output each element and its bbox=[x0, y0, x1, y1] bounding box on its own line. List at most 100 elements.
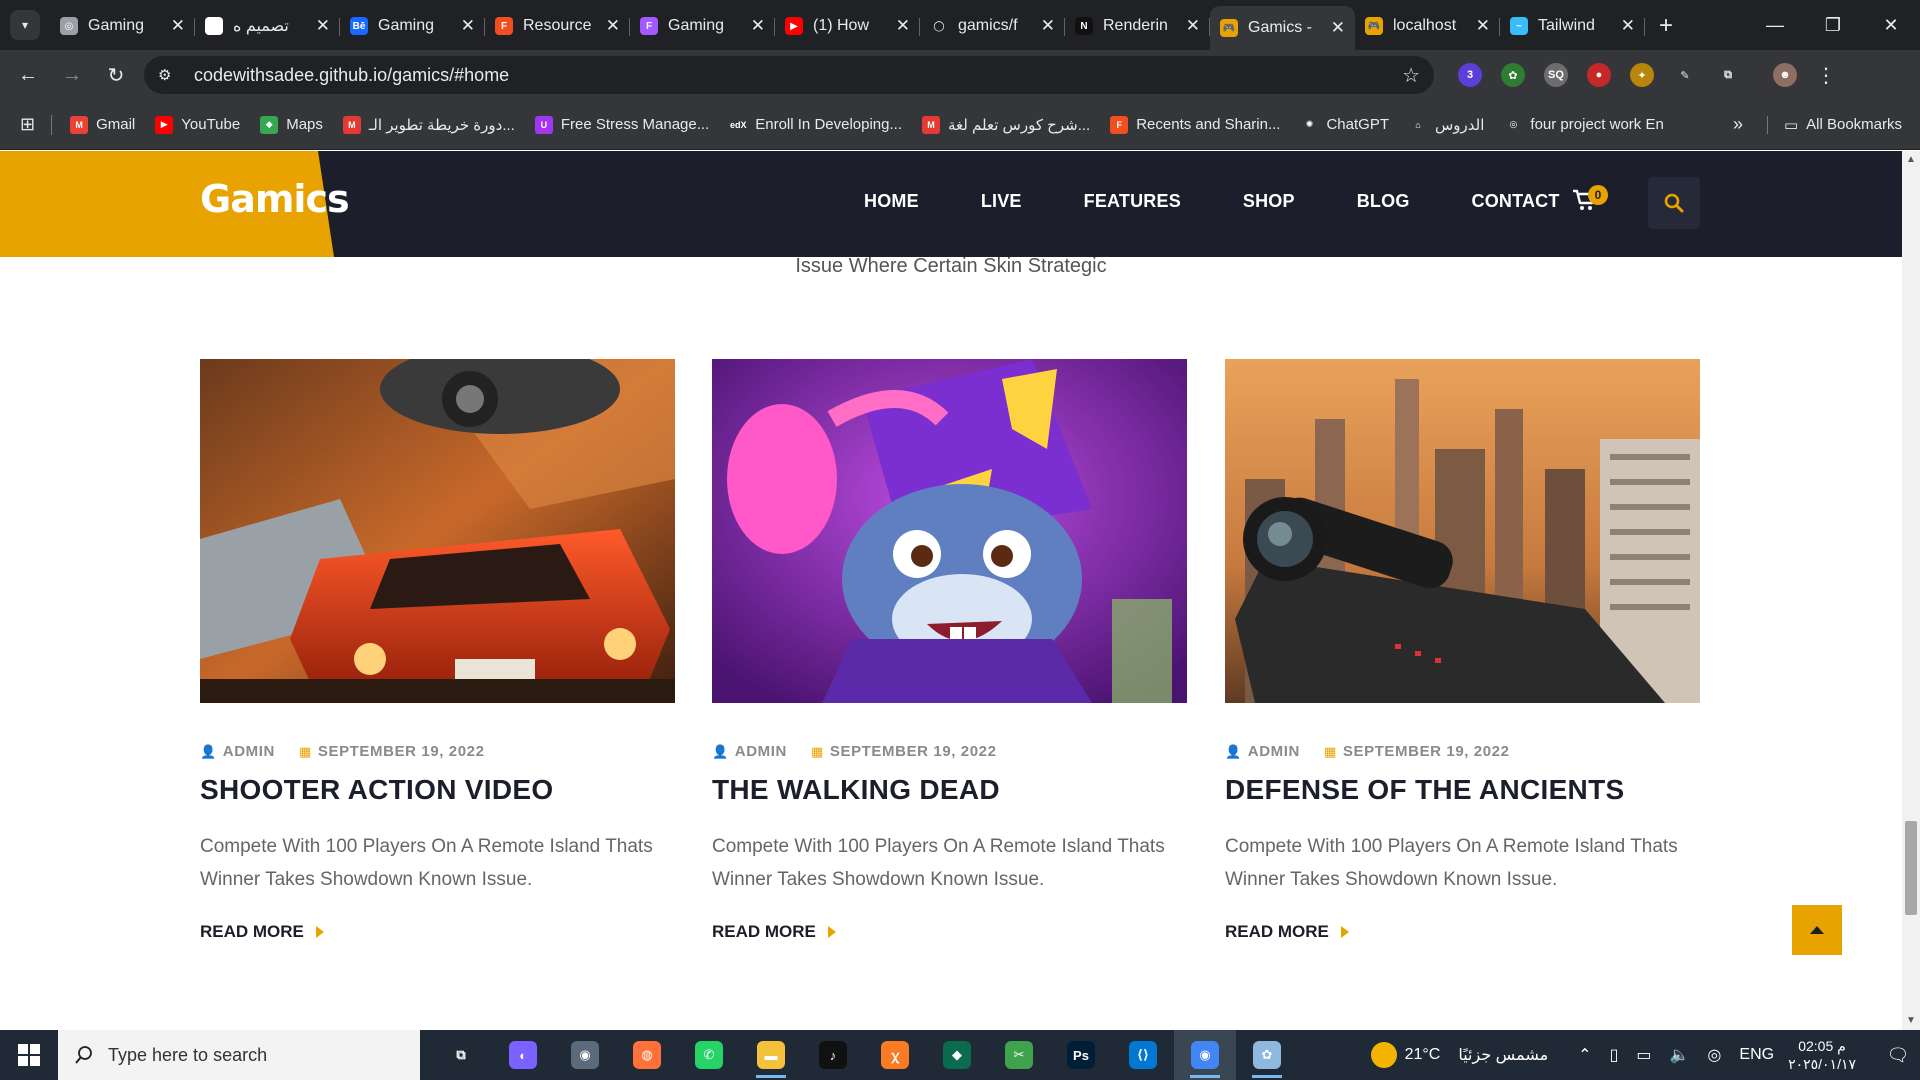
close-window-icon[interactable]: ✕ bbox=[1862, 0, 1920, 50]
apps-grid-icon[interactable]: ⊞ bbox=[20, 114, 35, 135]
browser-tab[interactable]: 🎮 localhost ✕ bbox=[1355, 6, 1500, 46]
close-icon[interactable]: ✕ bbox=[316, 16, 330, 36]
bookmark-item[interactable]: ▶ YouTube bbox=[155, 115, 240, 134]
volume-icon[interactable]: 🔈 bbox=[1670, 1045, 1690, 1065]
browser-tab[interactable]: F Gaming ✕ bbox=[630, 6, 775, 46]
battery-icon[interactable]: ▭ bbox=[1636, 1045, 1651, 1065]
chevron-up-icon[interactable]: ⌃ bbox=[1578, 1045, 1591, 1065]
taskbar-app[interactable]: ♪ bbox=[802, 1030, 864, 1080]
bookmark-item[interactable]: M Gmail bbox=[70, 115, 135, 134]
browser-tab[interactable]: ✺ تصميم ه ✕ bbox=[195, 6, 340, 46]
nav-contact[interactable]: CONTACT bbox=[1472, 191, 1560, 212]
nav-home[interactable]: HOME bbox=[864, 191, 919, 212]
post-title[interactable]: DEFENSE OF THE ANCIENTS bbox=[1225, 774, 1700, 806]
browser-tab[interactable]: ◯ gamics/f ✕ bbox=[920, 6, 1065, 46]
scroll-thumb[interactable] bbox=[1905, 821, 1917, 915]
close-icon[interactable]: ✕ bbox=[606, 16, 620, 36]
extension-icon[interactable]: ✦ bbox=[1630, 63, 1654, 87]
taskbar-app[interactable]: ◆ bbox=[926, 1030, 988, 1080]
weather-widget[interactable]: 21°C مشمس جزئيًا bbox=[1370, 1042, 1548, 1068]
back-to-top-button[interactable] bbox=[1792, 905, 1842, 955]
close-icon[interactable]: ✕ bbox=[1331, 18, 1345, 38]
url-text[interactable]: codewithsadee.github.io/gamics/#home bbox=[194, 65, 1402, 86]
taskbar-app[interactable]: ✆ bbox=[678, 1030, 740, 1080]
extension-icon[interactable]: ● bbox=[1587, 63, 1611, 87]
nav-shop[interactable]: SHOP bbox=[1243, 191, 1295, 212]
taskbar-app[interactable]: Ps bbox=[1050, 1030, 1112, 1080]
eyedropper-icon[interactable]: ✎ bbox=[1673, 63, 1697, 87]
close-icon[interactable]: ✕ bbox=[751, 16, 765, 36]
browser-tab[interactable]: Bē Gaming ✕ bbox=[340, 6, 485, 46]
scroll-up-arrow[interactable]: ▲ bbox=[1902, 151, 1920, 169]
extension-icon[interactable]: ✿ bbox=[1501, 63, 1525, 87]
search-button[interactable] bbox=[1648, 177, 1700, 229]
extension-icon[interactable]: SQ bbox=[1544, 63, 1568, 87]
close-icon[interactable]: ✕ bbox=[896, 16, 910, 36]
wizard-mouse-image[interactable] bbox=[712, 359, 1187, 703]
close-icon[interactable]: ✕ bbox=[1476, 16, 1490, 36]
close-icon[interactable]: ✕ bbox=[1041, 16, 1055, 36]
taskbar-app[interactable]: ⟨⟩ bbox=[1112, 1030, 1174, 1080]
read-more-link[interactable]: READ MORE bbox=[712, 922, 1187, 942]
start-button[interactable] bbox=[0, 1030, 58, 1080]
bookmark-item[interactable]: ◆ Maps bbox=[260, 115, 323, 134]
bookmark-item[interactable]: U Free Stress Manage... bbox=[534, 115, 709, 134]
taskbar-app[interactable]: ◉ bbox=[1174, 1030, 1236, 1080]
browser-tab[interactable]: ◎ Gaming ✕ bbox=[50, 6, 195, 46]
taskbar-app[interactable]: ◐ bbox=[492, 1030, 554, 1080]
taskbar-app[interactable]: ⧉ bbox=[430, 1030, 492, 1080]
read-more-link[interactable]: READ MORE bbox=[1225, 922, 1700, 942]
bookmark-item[interactable]: ✺ ChatGPT bbox=[1300, 115, 1389, 134]
restore-icon[interactable]: ❐ bbox=[1804, 0, 1862, 50]
taskbar-app[interactable]: ꭓ bbox=[864, 1030, 926, 1080]
nav-features[interactable]: FEATURES bbox=[1084, 191, 1181, 212]
browser-tab[interactable]: 🎮 Gamics - ✕ bbox=[1210, 6, 1355, 50]
close-icon[interactable]: ✕ bbox=[1186, 16, 1200, 36]
back-button[interactable]: ← bbox=[6, 64, 50, 87]
taskbar-app[interactable]: ▬ bbox=[740, 1030, 802, 1080]
bookmark-item[interactable]: F Recents and Sharin... bbox=[1110, 115, 1280, 134]
browser-tab[interactable]: F Resource ✕ bbox=[485, 6, 630, 46]
car-chase-image[interactable] bbox=[200, 359, 675, 703]
post-title[interactable]: THE WALKING DEAD bbox=[712, 774, 1187, 806]
more-bookmarks-icon[interactable]: » bbox=[1733, 114, 1743, 135]
taskbar-search[interactable]: Type here to search bbox=[58, 1030, 420, 1080]
menu-dots-icon[interactable]: ⋮ bbox=[1816, 63, 1836, 88]
bookmark-item[interactable]: ⌂ الدروس bbox=[1409, 115, 1484, 134]
post-title[interactable]: SHOOTER ACTION VIDEO bbox=[200, 774, 675, 806]
notifications-icon[interactable]: 🗨 bbox=[1876, 1030, 1920, 1080]
close-icon[interactable]: ✕ bbox=[461, 16, 475, 36]
device-icon[interactable]: ▯ bbox=[1610, 1045, 1619, 1065]
minimize-icon[interactable]: — bbox=[1746, 0, 1804, 50]
language-indicator[interactable]: ENG bbox=[1739, 1046, 1774, 1064]
puzzle-icon[interactable]: ⧉ bbox=[1716, 63, 1740, 87]
new-tab-button[interactable]: + bbox=[1659, 12, 1673, 40]
clock[interactable]: 02:05 م ٢٠٢٥/٠١/١٧ bbox=[1788, 1037, 1856, 1073]
close-icon[interactable]: ✕ bbox=[171, 16, 185, 36]
browser-tab[interactable]: N Renderin ✕ bbox=[1065, 6, 1210, 46]
post-author[interactable]: ADMIN bbox=[223, 743, 275, 760]
profile-avatar[interactable]: ☻ bbox=[1773, 63, 1797, 87]
bookmark-star-icon[interactable]: ☆ bbox=[1402, 63, 1420, 88]
reload-button[interactable]: ↻ bbox=[94, 63, 138, 88]
address-bar[interactable]: ⚙ codewithsadee.github.io/gamics/#home ☆ bbox=[144, 56, 1434, 94]
site-logo[interactable]: Gamics bbox=[200, 177, 350, 221]
network-globe-icon[interactable]: ◎ bbox=[1707, 1045, 1721, 1065]
taskbar-app[interactable]: ✿ bbox=[1236, 1030, 1298, 1080]
scroll-down-arrow[interactable]: ▼ bbox=[1902, 1012, 1920, 1030]
bookmark-item[interactable]: edX Enroll In Developing... bbox=[729, 115, 902, 134]
page-scrollbar[interactable]: ▲ ▼ bbox=[1902, 151, 1920, 1030]
bookmark-item[interactable]: ◎ four project work En bbox=[1504, 115, 1664, 134]
tab-search-button[interactable]: ▾ bbox=[10, 10, 40, 40]
all-bookmarks-button[interactable]: ▭ All Bookmarks bbox=[1766, 115, 1902, 134]
taskbar-app[interactable]: ◍ bbox=[616, 1030, 678, 1080]
bookmark-item[interactable]: M دورة خريطة تطوير الـ... bbox=[342, 115, 515, 134]
site-info-icon[interactable]: ⚙ bbox=[158, 66, 180, 84]
taskbar-app[interactable]: ◉ bbox=[554, 1030, 616, 1080]
post-author[interactable]: ADMIN bbox=[1248, 743, 1300, 760]
browser-tab[interactable]: ▶ (1) How ✕ bbox=[775, 6, 920, 46]
nav-live[interactable]: LIVE bbox=[981, 191, 1022, 212]
close-icon[interactable]: ✕ bbox=[1621, 16, 1635, 36]
read-more-link[interactable]: READ MORE bbox=[200, 922, 675, 942]
nav-blog[interactable]: BLOG bbox=[1357, 191, 1410, 212]
